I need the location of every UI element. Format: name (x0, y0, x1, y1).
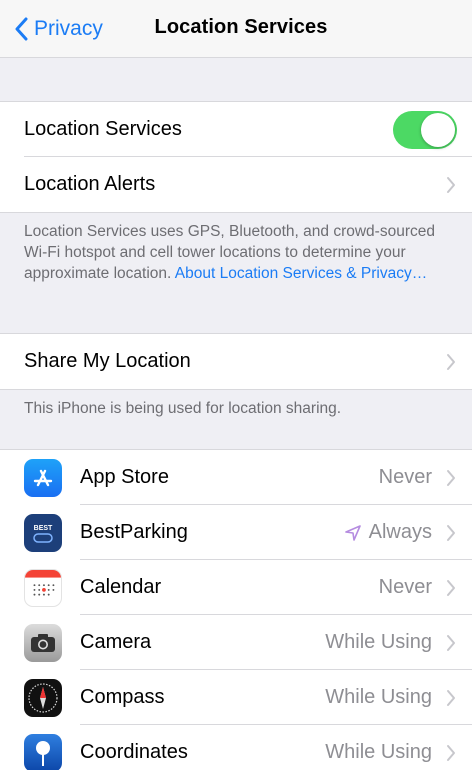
location-arrow-icon (344, 524, 361, 541)
app-row-app-store[interactable]: App Store Never (0, 450, 472, 505)
permission-value: While Using (325, 631, 432, 654)
location-alerts-row[interactable]: Location Alerts (0, 157, 472, 212)
app-row-camera[interactable]: Camera While Using (0, 615, 472, 670)
app-name: Coordinates (80, 741, 188, 763)
app-name: Compass (80, 686, 165, 708)
app-name: Camera (80, 631, 152, 653)
chevron-right-icon (447, 635, 455, 651)
permission-label: While Using (325, 741, 432, 763)
share-location-group: Share My Location (0, 333, 472, 390)
chevron-right-icon (447, 745, 455, 761)
chevron-right-icon (447, 580, 455, 596)
chevron-right-icon (447, 354, 455, 370)
location-services-label: Location Services (24, 118, 182, 140)
permission-label: While Using (325, 631, 432, 653)
app-name: BestParking (80, 521, 188, 543)
location-services-group: Location Services Location Alerts (0, 101, 472, 213)
permission-label: Never (378, 466, 432, 488)
app-row-calendar[interactable]: Calendar Never (0, 560, 472, 615)
app-row-compass[interactable]: Compass While Using (0, 670, 472, 725)
permission-value: Never (379, 576, 432, 599)
permission-value: While Using (325, 686, 432, 709)
chevron-right-icon (447, 525, 455, 541)
share-footnote: This iPhone is being used for location s… (24, 400, 342, 417)
bestparking-icon-text: BEST (33, 524, 53, 532)
coordinates-icon (24, 734, 62, 770)
chevron-right-icon (447, 690, 455, 706)
permission-label: Never (378, 576, 432, 598)
app-row-bestparking[interactable]: BEST BestParking Always (0, 505, 472, 560)
bestparking-icon: BEST (24, 514, 62, 552)
share-my-location-label: Share My Location (24, 350, 191, 372)
app-row-coordinates[interactable]: Coordinates While Using (0, 725, 472, 770)
location-services-toggle[interactable] (393, 111, 457, 149)
permission-value: Always (344, 521, 432, 544)
permission-value: Never (379, 466, 432, 489)
toggle-knob (421, 113, 455, 147)
location-services-description: Location Services uses GPS, Bluetooth, a… (24, 221, 444, 284)
chevron-right-icon (447, 470, 455, 486)
calendar-icon (24, 569, 62, 607)
permission-value: While Using (325, 741, 432, 764)
about-privacy-link[interactable]: About Location Services & Privacy… (175, 265, 427, 282)
app-name: App Store (80, 466, 169, 488)
page-title: Location Services (154, 16, 328, 38)
location-services-row: Location Services (0, 102, 472, 157)
chevron-right-icon (447, 177, 455, 193)
location-alerts-label: Location Alerts (24, 173, 156, 195)
app-store-icon (24, 459, 62, 497)
app-name: Calendar (80, 576, 162, 598)
compass-icon (24, 679, 62, 717)
camera-icon (24, 624, 62, 662)
permission-label: While Using (325, 686, 432, 708)
navigation-bar: Privacy Location Services (0, 0, 472, 58)
apps-list: App Store Never BEST BestParking Always … (0, 449, 472, 770)
share-my-location-row[interactable]: Share My Location (0, 334, 472, 389)
permission-label: Always (368, 521, 432, 543)
